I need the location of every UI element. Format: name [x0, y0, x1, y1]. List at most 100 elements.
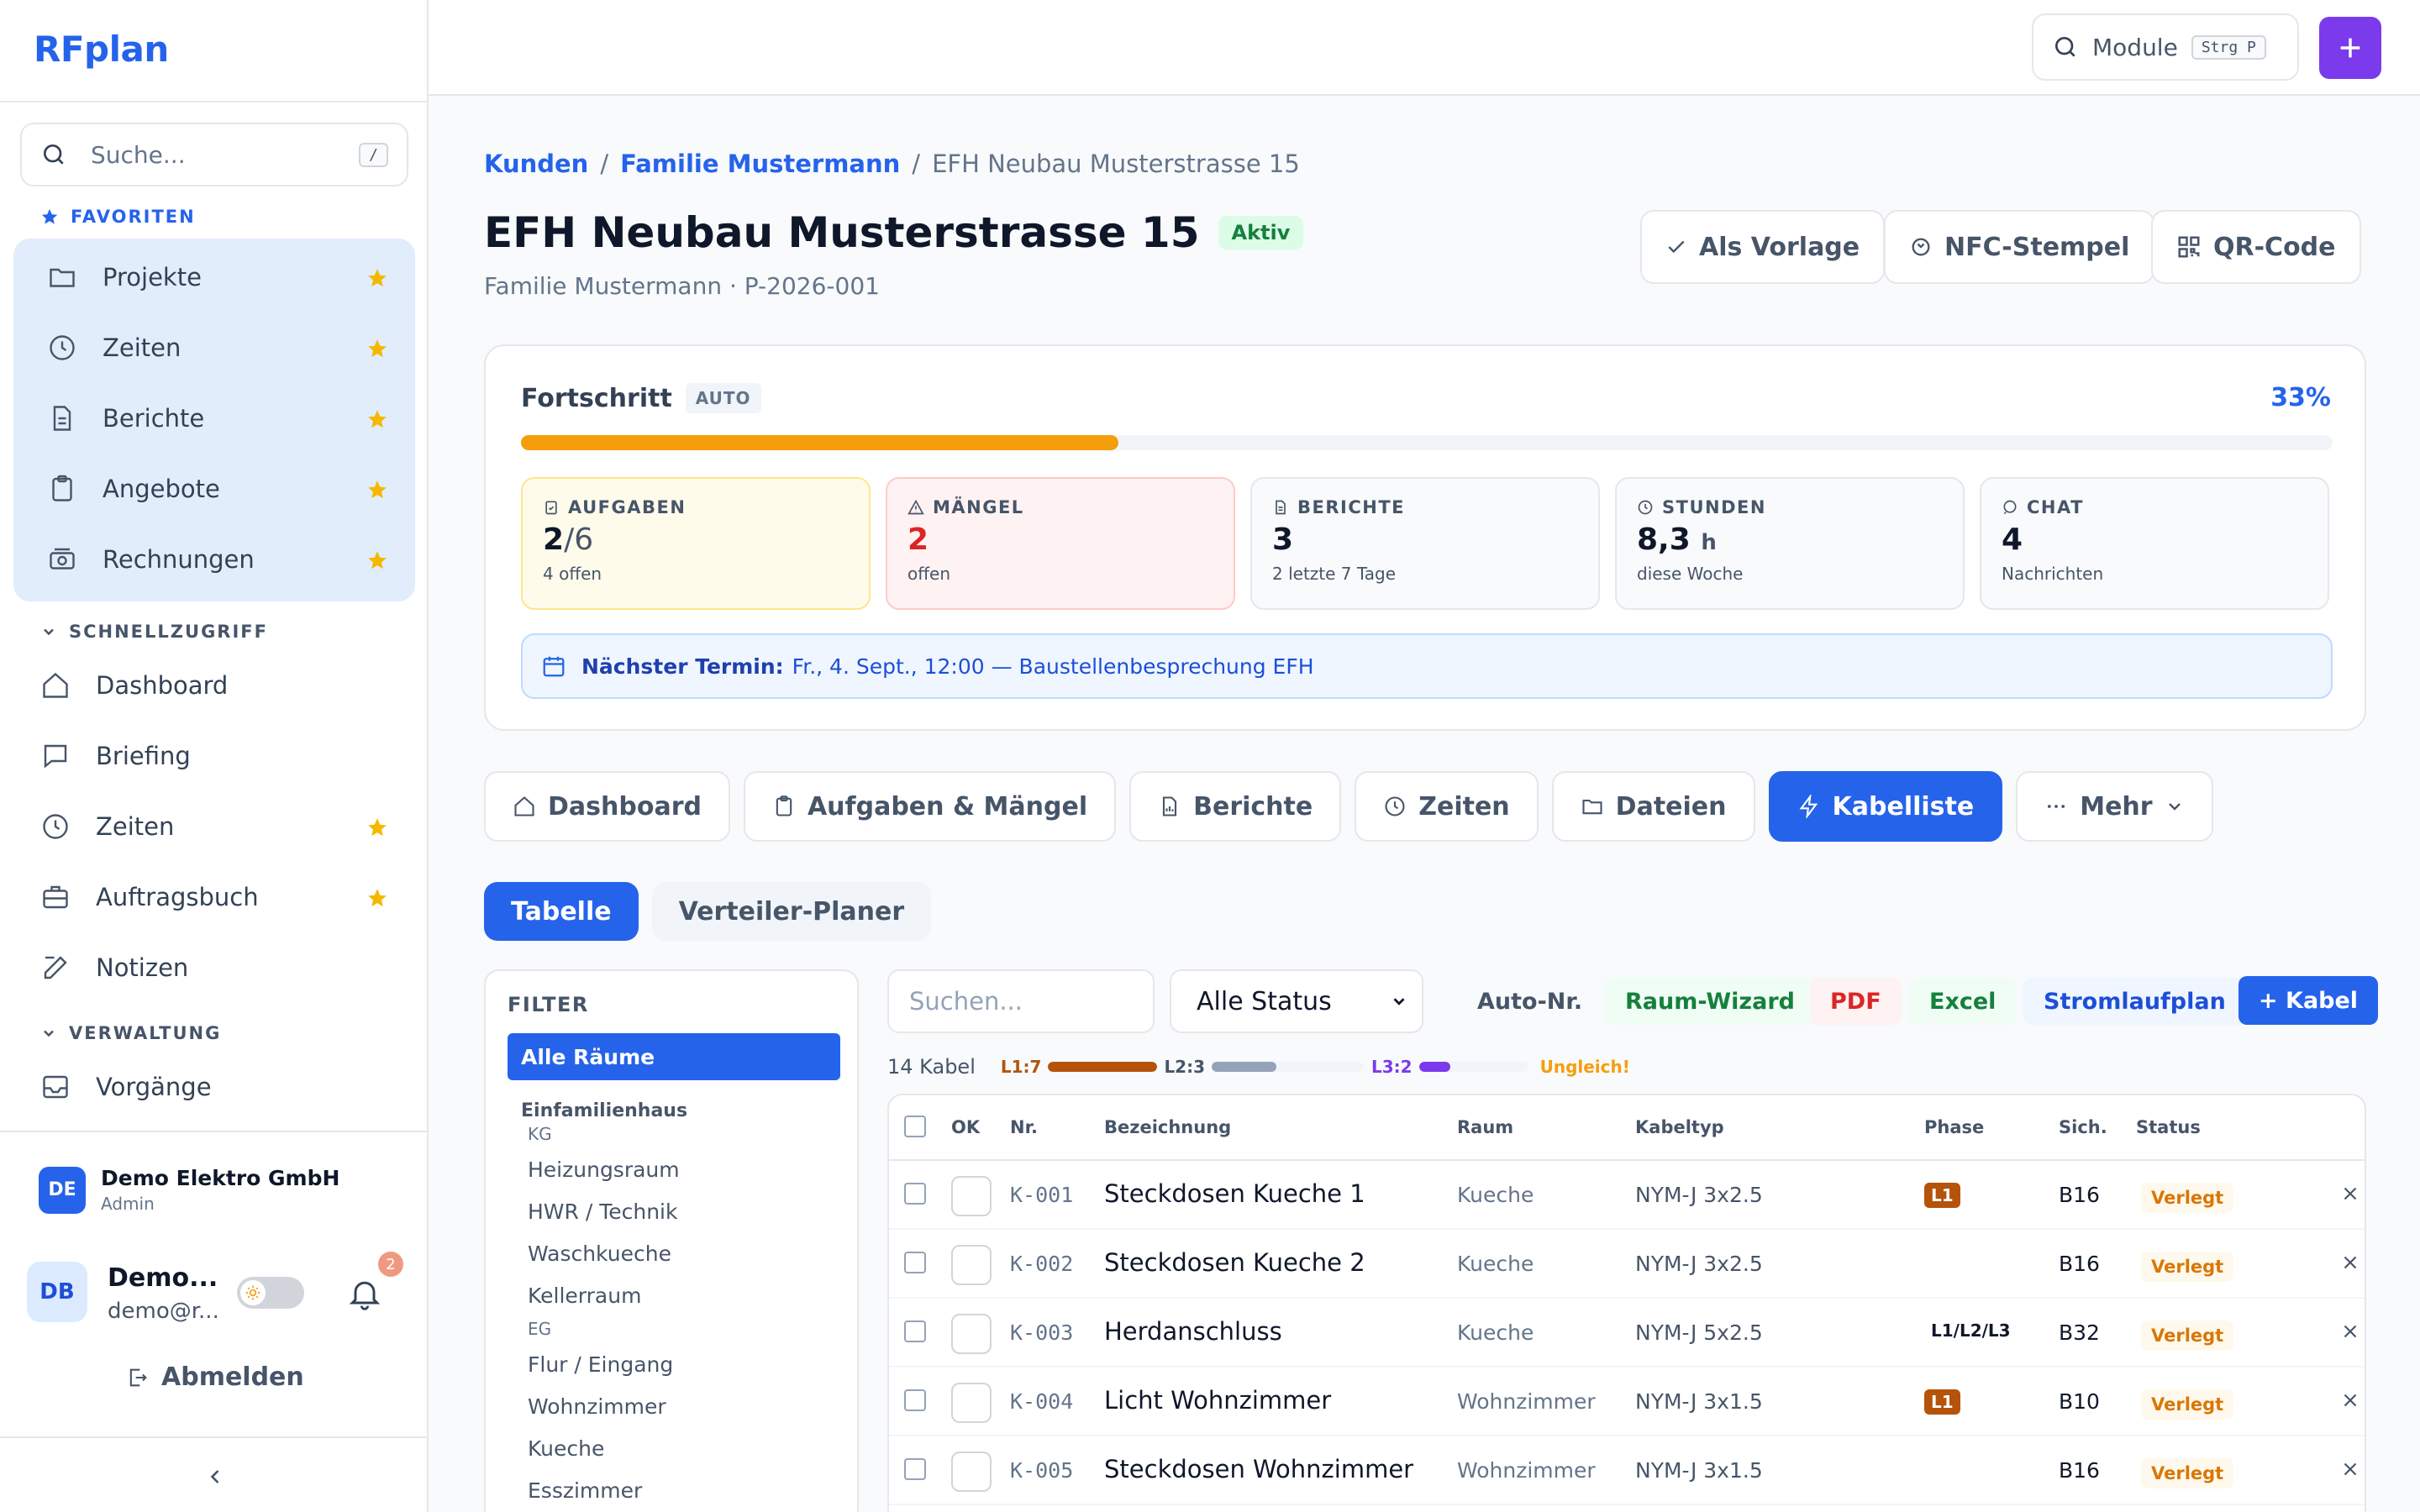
filter-room[interactable]: Flur / Eingang [528, 1352, 673, 1377]
favorite-item-rechnungen[interactable]: Rechnungen [0, 526, 427, 593]
quickaccess-heading[interactable]: SCHNELLZUGRIFF [40, 622, 268, 642]
row-checkbox[interactable] [904, 1183, 926, 1205]
breadcrumb-link[interactable]: Kunden [484, 150, 588, 178]
circuit-diagram-button[interactable]: Stromlaufplan [2023, 978, 2246, 1025]
organization-switcher[interactable]: DE Demo Elektro GmbH Admin [39, 1166, 339, 1214]
filter-room[interactable]: Kueche [528, 1436, 604, 1461]
ok-checkbox[interactable] [951, 1383, 992, 1423]
star-icon[interactable] [366, 549, 388, 571]
admin-heading[interactable]: VERWALTUNG [40, 1023, 221, 1043]
table-row[interactable]: K-004 Licht Wohnzimmer Wohnzimmer NYM-J … [889, 1368, 2365, 1436]
auto-number-button[interactable]: Auto-Nr. [1457, 978, 1603, 1025]
column-header[interactable]: Nr. [1010, 1117, 1038, 1137]
star-icon[interactable] [366, 267, 388, 289]
table-row[interactable]: K-001 Steckdosen Kueche 1 Kueche NYM-J 3… [889, 1161, 2365, 1230]
filter-room[interactable]: HWR / Technik [528, 1200, 677, 1224]
delete-icon[interactable] [2339, 1320, 2361, 1342]
next-appointment-banner[interactable]: Nächster Termin: Fr., 4. Sept., 12:00 — … [521, 633, 2333, 699]
star-icon[interactable] [366, 887, 388, 909]
favorites-heading[interactable]: FAVORITEN [40, 207, 196, 227]
filter-floor[interactable]: KG [528, 1124, 552, 1144]
nfc-button[interactable]: NFC-Stempel [1884, 210, 2155, 284]
add-cable-button[interactable]: + Kabel [2238, 976, 2379, 1025]
row-checkbox[interactable] [904, 1458, 926, 1480]
favorite-item-angebote[interactable]: Angebote [0, 455, 427, 522]
chevron-left-icon[interactable] [203, 1465, 227, 1488]
column-header[interactable]: Phase [1924, 1117, 1984, 1137]
breadcrumb-link[interactable]: Familie Mustermann [620, 150, 900, 178]
filter-all-rooms[interactable]: Alle Räume [508, 1033, 840, 1080]
star-icon[interactable] [366, 408, 388, 430]
star-icon[interactable] [366, 816, 388, 838]
create-button[interactable] [2319, 17, 2381, 79]
status-badge[interactable]: Verlegt [2141, 1252, 2234, 1282]
tab-aufgaben-maengel[interactable]: Aufgaben & Mängel [743, 771, 1117, 842]
tab-tabelle[interactable]: Tabelle [484, 882, 639, 941]
theme-toggle[interactable] [237, 1277, 304, 1309]
tab-berichte[interactable]: Berichte [1129, 771, 1342, 842]
filter-room[interactable]: Waschkueche [528, 1242, 671, 1266]
sidebar-item-zeiten[interactable]: Zeiten [0, 793, 427, 860]
cable-search-input[interactable]: Suchen... [887, 969, 1155, 1033]
stat-stunden[interactable]: STUNDEN 8,3 h diese Woche [1615, 477, 1965, 610]
row-checkbox[interactable] [904, 1252, 926, 1273]
column-header[interactable]: Status [2136, 1117, 2201, 1137]
row-checkbox[interactable] [904, 1389, 926, 1411]
column-header[interactable]: OK [951, 1117, 980, 1137]
tab-kabelliste[interactable]: Kabelliste [1768, 771, 2003, 842]
stat-maengel[interactable]: MÄNGEL 2 offen [886, 477, 1235, 610]
sidebar-item-auftragsbuch[interactable]: Auftragsbuch [0, 864, 427, 931]
sidebar-item-vorgaenge[interactable]: Vorgänge [0, 1053, 427, 1121]
filter-room[interactable]: Esszimmer [528, 1478, 642, 1503]
sidebar-search-input[interactable]: Suche... / [20, 123, 408, 186]
filter-floor[interactable]: EG [528, 1319, 551, 1339]
status-badge[interactable]: Verlegt [2141, 1183, 2234, 1213]
stat-berichte[interactable]: BERICHTE 3 2 letzte 7 Tage [1250, 477, 1600, 610]
ok-checkbox[interactable] [951, 1314, 992, 1354]
favorite-item-projekte[interactable]: Projekte [0, 244, 427, 311]
tab-dashboard[interactable]: Dashboard [484, 771, 730, 842]
select-all-checkbox[interactable] [904, 1116, 926, 1137]
ok-checkbox[interactable] [951, 1245, 992, 1285]
ok-checkbox[interactable] [951, 1176, 992, 1216]
delete-icon[interactable] [2339, 1458, 2361, 1480]
filter-room[interactable]: Wohnzimmer [528, 1394, 666, 1419]
module-search-button[interactable]: Module Strg P [2032, 13, 2299, 81]
status-badge[interactable]: Verlegt [2141, 1320, 2234, 1351]
ok-checkbox[interactable] [951, 1452, 992, 1492]
delete-icon[interactable] [2339, 1252, 2361, 1273]
column-header[interactable]: Bezeichnung [1104, 1117, 1231, 1137]
tab-dateien[interactable]: Dateien [1551, 771, 1755, 842]
tab-verteiler-planer[interactable]: Verteiler-Planer [651, 882, 932, 941]
sidebar-item-dashboard[interactable]: Dashboard [0, 652, 427, 719]
room-wizard-button[interactable]: Raum-Wizard [1605, 978, 1815, 1025]
logout-button[interactable]: Abmelden [126, 1362, 304, 1392]
template-button[interactable]: Als Vorlage [1640, 210, 1886, 284]
sidebar-item-briefing[interactable]: Briefing [0, 722, 427, 790]
pdf-export-button[interactable]: PDF [1810, 978, 1902, 1025]
column-header[interactable]: Raum [1457, 1117, 1513, 1137]
row-checkbox[interactable] [904, 1320, 926, 1342]
filter-room[interactable]: Kellerraum [528, 1284, 641, 1308]
star-icon[interactable] [366, 338, 388, 360]
column-header[interactable]: Sich. [2059, 1117, 2107, 1137]
sidebar-item-notizen[interactable]: Notizen [0, 934, 427, 1001]
table-row[interactable]: K-003 Herdanschluss Kueche NYM-J 5x2.5 L… [889, 1299, 2365, 1368]
status-select[interactable]: Alle Status [1170, 969, 1423, 1033]
user-avatar[interactable]: DB [27, 1262, 87, 1322]
favorite-item-zeiten[interactable]: Zeiten [0, 314, 427, 381]
star-icon[interactable] [366, 479, 388, 501]
table-row[interactable]: K-005 Steckdosen Wohnzimmer Wohnzimmer N… [889, 1436, 2365, 1505]
table-row[interactable]: K-002 Steckdosen Kueche 2 Kueche NYM-J 3… [889, 1230, 2365, 1299]
status-badge[interactable]: Verlegt [2141, 1458, 2234, 1488]
filter-house[interactable]: Einfamilienhaus [521, 1100, 687, 1121]
brand-logo[interactable]: RFplan [34, 29, 169, 70]
excel-export-button[interactable]: Excel [1909, 978, 2017, 1025]
delete-icon[interactable] [2339, 1389, 2361, 1411]
delete-icon[interactable] [2339, 1183, 2361, 1205]
tab-zeiten[interactable]: Zeiten [1355, 771, 1539, 842]
stat-aufgaben[interactable]: AUFGABEN 2/6 4 offen [521, 477, 871, 610]
tab-mehr[interactable]: Mehr [2016, 771, 2213, 842]
bell-icon[interactable] [346, 1275, 383, 1312]
qr-code-button[interactable]: QR-Code [2151, 210, 2361, 284]
